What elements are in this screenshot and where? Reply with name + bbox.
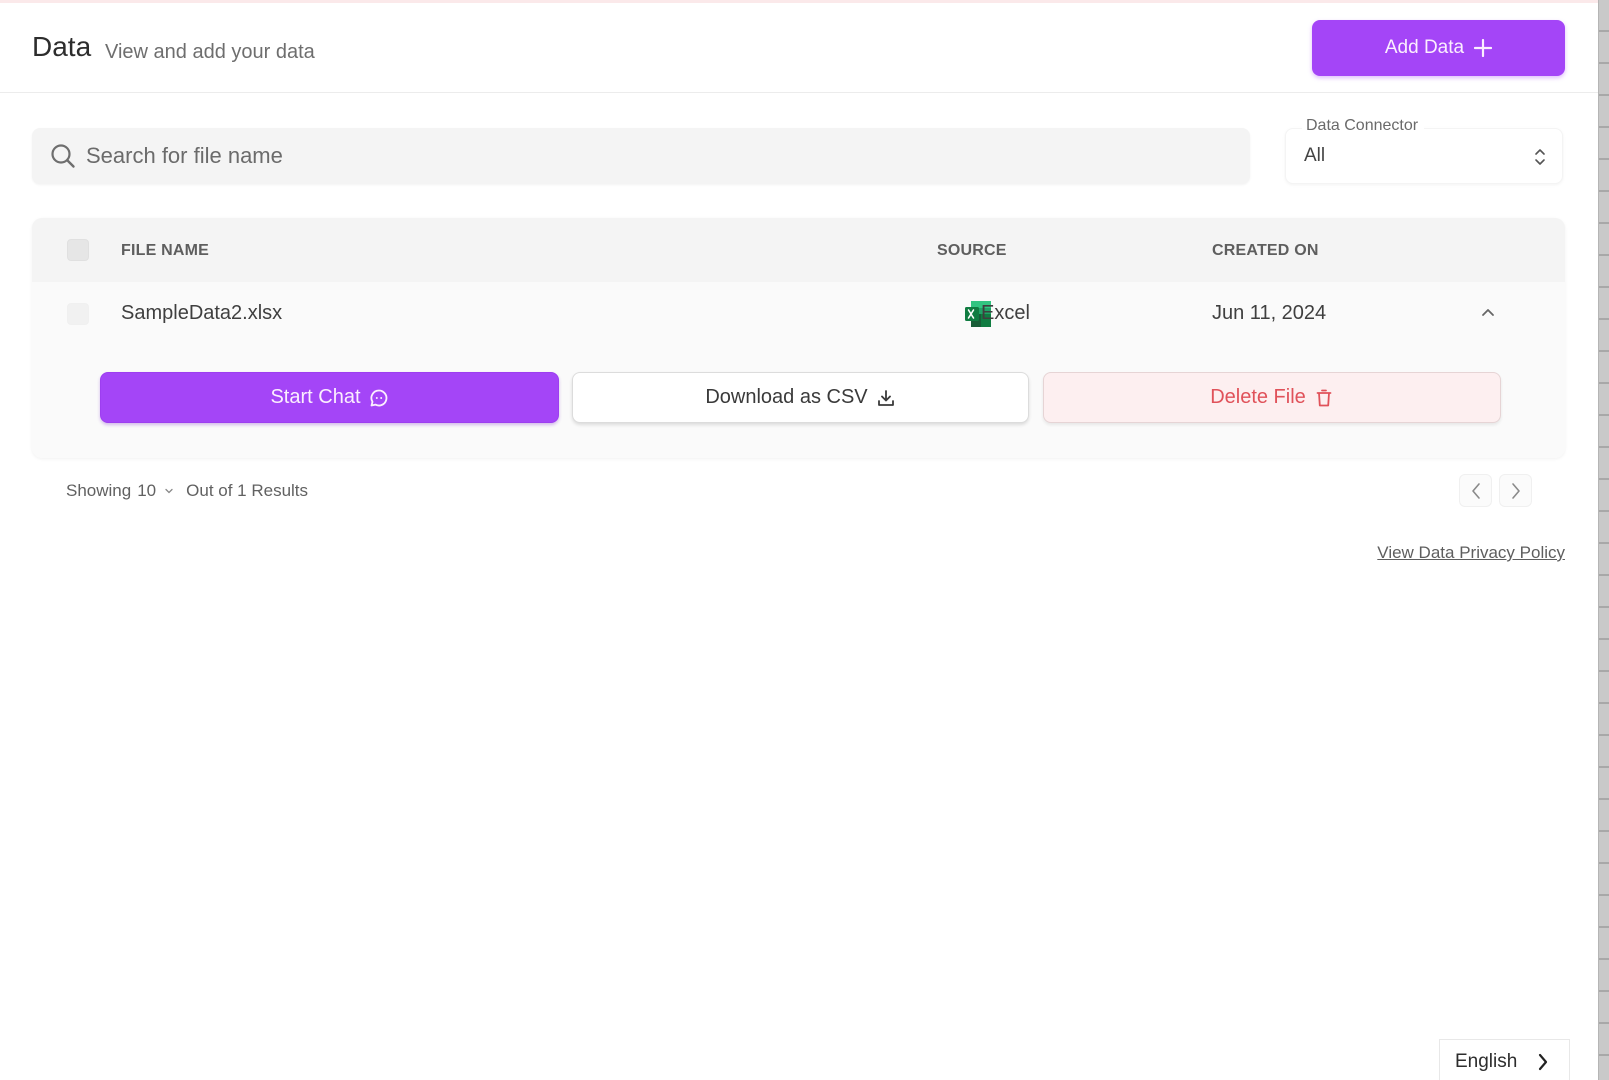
results-count: Out of 1 Results bbox=[186, 481, 309, 500]
add-data-label: Add Data bbox=[1384, 37, 1465, 58]
file-name-cell: SampleData2.xlsx bbox=[121, 302, 283, 324]
download-csv-button[interactable]: Download as CSV bbox=[572, 372, 1029, 423]
next-page-button[interactable] bbox=[1499, 474, 1532, 507]
source-cell: Excel bbox=[981, 302, 1030, 324]
privacy-policy-link[interactable]: View Data Privacy Policy bbox=[1377, 543, 1565, 563]
search-box[interactable] bbox=[32, 128, 1250, 184]
download-icon bbox=[877, 389, 894, 406]
data-connector-select[interactable]: Data Connector All bbox=[1285, 117, 1563, 184]
page-header: Data View and add your data Add Data bbox=[0, 3, 1598, 93]
select-all-checkbox[interactable] bbox=[67, 239, 89, 261]
page-title: Data bbox=[32, 31, 92, 62]
delete-file-label: Delete File bbox=[1210, 386, 1306, 408]
language-selector[interactable]: English bbox=[1439, 1039, 1570, 1080]
previous-page-button[interactable] bbox=[1459, 474, 1492, 507]
search-icon bbox=[51, 144, 75, 168]
chevron-right-icon bbox=[1511, 482, 1520, 499]
column-header-file-name[interactable]: FILE NAME bbox=[121, 242, 209, 260]
files-table: FILE NAME SOURCE CREATED ON SampleData2.… bbox=[32, 218, 1565, 458]
row-checkbox[interactable] bbox=[67, 303, 89, 325]
page-subtitle: View and add your data bbox=[105, 41, 315, 63]
chevron-up-icon[interactable] bbox=[1480, 306, 1496, 318]
column-header-source[interactable]: SOURCE bbox=[937, 242, 1007, 260]
language-label: English bbox=[1455, 1051, 1518, 1072]
add-data-button[interactable]: Add Data bbox=[1312, 20, 1565, 76]
chevron-right-icon bbox=[1539, 1053, 1548, 1071]
chat-bubble-icon bbox=[370, 389, 387, 406]
start-chat-button[interactable]: Start Chat bbox=[100, 372, 559, 423]
table-header: FILE NAME SOURCE CREATED ON bbox=[32, 218, 1565, 282]
showing-label: Showing bbox=[66, 481, 132, 500]
trash-icon bbox=[1316, 389, 1332, 406]
chevron-down-icon[interactable] bbox=[164, 487, 174, 495]
column-header-created-on[interactable]: CREATED ON bbox=[1212, 242, 1319, 260]
data-page: Data View and add your data Add Data Dat… bbox=[0, 0, 1609, 1080]
background-scrollbar[interactable] bbox=[1598, 0, 1609, 1080]
data-connector-label: Data Connector bbox=[1302, 117, 1425, 135]
plus-icon bbox=[1474, 39, 1493, 57]
row-actions: Start Chat Download as CSV Delete File bbox=[32, 372, 1565, 424]
start-chat-label: Start Chat bbox=[270, 386, 361, 408]
page-size-select[interactable]: 10 bbox=[137, 481, 156, 501]
data-connector-value: All bbox=[1304, 145, 1326, 166]
download-csv-label: Download as CSV bbox=[705, 386, 868, 408]
search-input[interactable] bbox=[86, 143, 1186, 169]
pagination-info: Showing 10 Out of 1 Results bbox=[66, 481, 308, 501]
table-row[interactable]: SampleData2.xlsx Excel Jun 11, 2024 bbox=[32, 282, 1565, 346]
chevron-left-icon bbox=[1471, 482, 1480, 499]
created-on-cell: Jun 11, 2024 bbox=[1212, 302, 1327, 324]
delete-file-button[interactable]: Delete File bbox=[1043, 372, 1501, 423]
up-down-chevron-icon bbox=[1535, 149, 1545, 165]
